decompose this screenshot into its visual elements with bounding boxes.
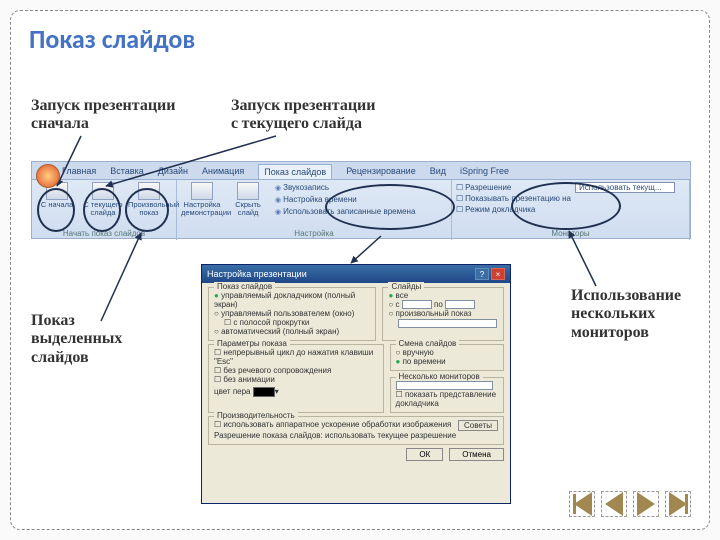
callout-monitors: Использование нескольких мониторов	[571, 286, 681, 341]
radio-window[interactable]: управляемый пользователем (окно)	[214, 309, 370, 318]
group-monitors: Разрешение Показывать презентацию на Реж…	[452, 180, 690, 240]
fieldset-advance: Смена слайдов вручную по времени	[390, 344, 504, 371]
check-scrollbar[interactable]: с полосой прокрутки	[224, 318, 370, 327]
opt-use-timings[interactable]: Использовать записанные времена	[275, 206, 415, 218]
btn-setup[interactable]: Настройка демонстрации	[181, 182, 223, 217]
close-button[interactable]: ×	[491, 268, 505, 280]
from-input[interactable]	[402, 300, 432, 309]
slide-frame: Показ слайдов Запуск презентации сначала…	[10, 10, 710, 530]
tab-animation[interactable]: Анимация	[202, 166, 244, 176]
radio-all[interactable]: все	[388, 291, 498, 300]
group-start: С начала С текущего слайда Произвольный …	[32, 180, 177, 240]
dialog-title: Настройка презентации	[207, 269, 307, 279]
opt-record[interactable]: Звукозапись	[275, 182, 415, 194]
tips-button[interactable]: Советы	[458, 420, 498, 431]
nav-first[interactable]	[569, 491, 595, 517]
nav-next[interactable]	[633, 491, 659, 517]
fieldset-show-options: Параметры показа непрерывный цикл до наж…	[208, 344, 384, 413]
tab-insert[interactable]: Вставка	[110, 166, 143, 176]
ribbon-tabs: Главная Вставка Дизайн Анимация Показ сл…	[32, 162, 690, 180]
opt-resolution[interactable]: Разрешение	[456, 182, 571, 193]
slideshow-icon	[138, 182, 160, 200]
tab-ispring[interactable]: iSpring Free	[460, 166, 509, 176]
office-button[interactable]	[36, 164, 60, 188]
pen-color-picker[interactable]	[253, 387, 275, 397]
nav-prev[interactable]	[601, 491, 627, 517]
check-no-narration[interactable]: без речевого сопровождения	[214, 366, 378, 375]
help-button[interactable]: ?	[475, 268, 489, 280]
radio-timings[interactable]: по времени	[396, 357, 498, 366]
gear-icon	[191, 182, 213, 200]
radio-manual[interactable]: вручную	[396, 348, 498, 357]
cancel-button[interactable]: Отмена	[449, 448, 504, 461]
opt-rehearse[interactable]: Настройка времени	[275, 194, 415, 206]
opt-presenter-view[interactable]: Режим докладчика	[456, 204, 571, 215]
ribbon: Главная Вставка Дизайн Анимация Показ сл…	[31, 161, 691, 239]
dialog-titlebar: Настройка презентации ? ×	[202, 265, 510, 283]
nav-last[interactable]	[665, 491, 691, 517]
setup-dialog: Настройка презентации ? × Показ слайдов …	[201, 264, 511, 504]
ok-button[interactable]: ОК	[406, 448, 443, 461]
page-title: Показ слайдов	[29, 23, 691, 55]
group-title: Настройка	[181, 228, 447, 238]
btn-from-current[interactable]: С текущего слайда	[82, 182, 124, 216]
fieldset-monitors: Несколько мониторов показать представлен…	[390, 377, 504, 413]
tab-home[interactable]: Главная	[62, 166, 96, 176]
resolution-label: Разрешение показа слайдов: использовать …	[214, 431, 498, 440]
slideshow-icon	[92, 182, 114, 200]
group-title: Начать показ слайдов	[36, 228, 172, 238]
tab-design[interactable]: Дизайн	[158, 166, 188, 176]
btn-hide-slide[interactable]: Скрыть слайд	[227, 182, 269, 217]
radio-range[interactable]: с по	[388, 300, 498, 309]
btn-from-beginning[interactable]: С начала	[36, 182, 78, 216]
tab-view[interactable]: Вид	[430, 166, 446, 176]
hide-icon	[237, 182, 259, 200]
check-presenter-view[interactable]: показать представление докладчика	[396, 390, 498, 408]
radio-custom[interactable]: произвольный показ	[388, 309, 498, 318]
btn-custom-show[interactable]: Произвольный показ	[128, 182, 170, 216]
resolution-dropdown[interactable]: Использовать текущ...	[575, 182, 675, 193]
custom-show-dropdown[interactable]	[398, 319, 497, 328]
group-title: Мониторы	[456, 228, 685, 238]
tab-slideshow[interactable]: Показ слайдов	[258, 164, 332, 179]
fieldset-slides: Слайды все с по произвольный показ	[382, 287, 504, 341]
callout-custom-show: Показ выделенных слайдов	[31, 311, 122, 366]
fieldset-show-type: Показ слайдов управляемый докладчиком (п…	[208, 287, 376, 341]
check-hw-accel[interactable]: использовать аппаратное ускорение обрабо…	[214, 420, 451, 431]
callout-from-current: Запуск презентации с текущего слайда	[231, 96, 375, 133]
nav-controls	[569, 491, 691, 517]
tab-review[interactable]: Рецензирование	[346, 166, 416, 176]
check-no-animation[interactable]: без анимации	[214, 375, 378, 384]
radio-kiosk[interactable]: автоматический (полный экран)	[214, 327, 370, 336]
to-input[interactable]	[445, 300, 475, 309]
check-loop[interactable]: непрерывный цикл до нажатия клавиши "Esc…	[214, 348, 378, 366]
opt-show-on[interactable]: Показывать презентацию на	[456, 193, 571, 204]
callout-from-beginning: Запуск презентации сначала	[31, 96, 175, 133]
radio-speaker[interactable]: управляемый докладчиком (полный экран)	[214, 291, 370, 309]
group-setup: Настройка демонстрации Скрыть слайд Звук…	[177, 180, 452, 240]
monitor-dropdown[interactable]	[396, 381, 493, 390]
fieldset-performance: Производительность использовать аппаратн…	[208, 416, 504, 445]
